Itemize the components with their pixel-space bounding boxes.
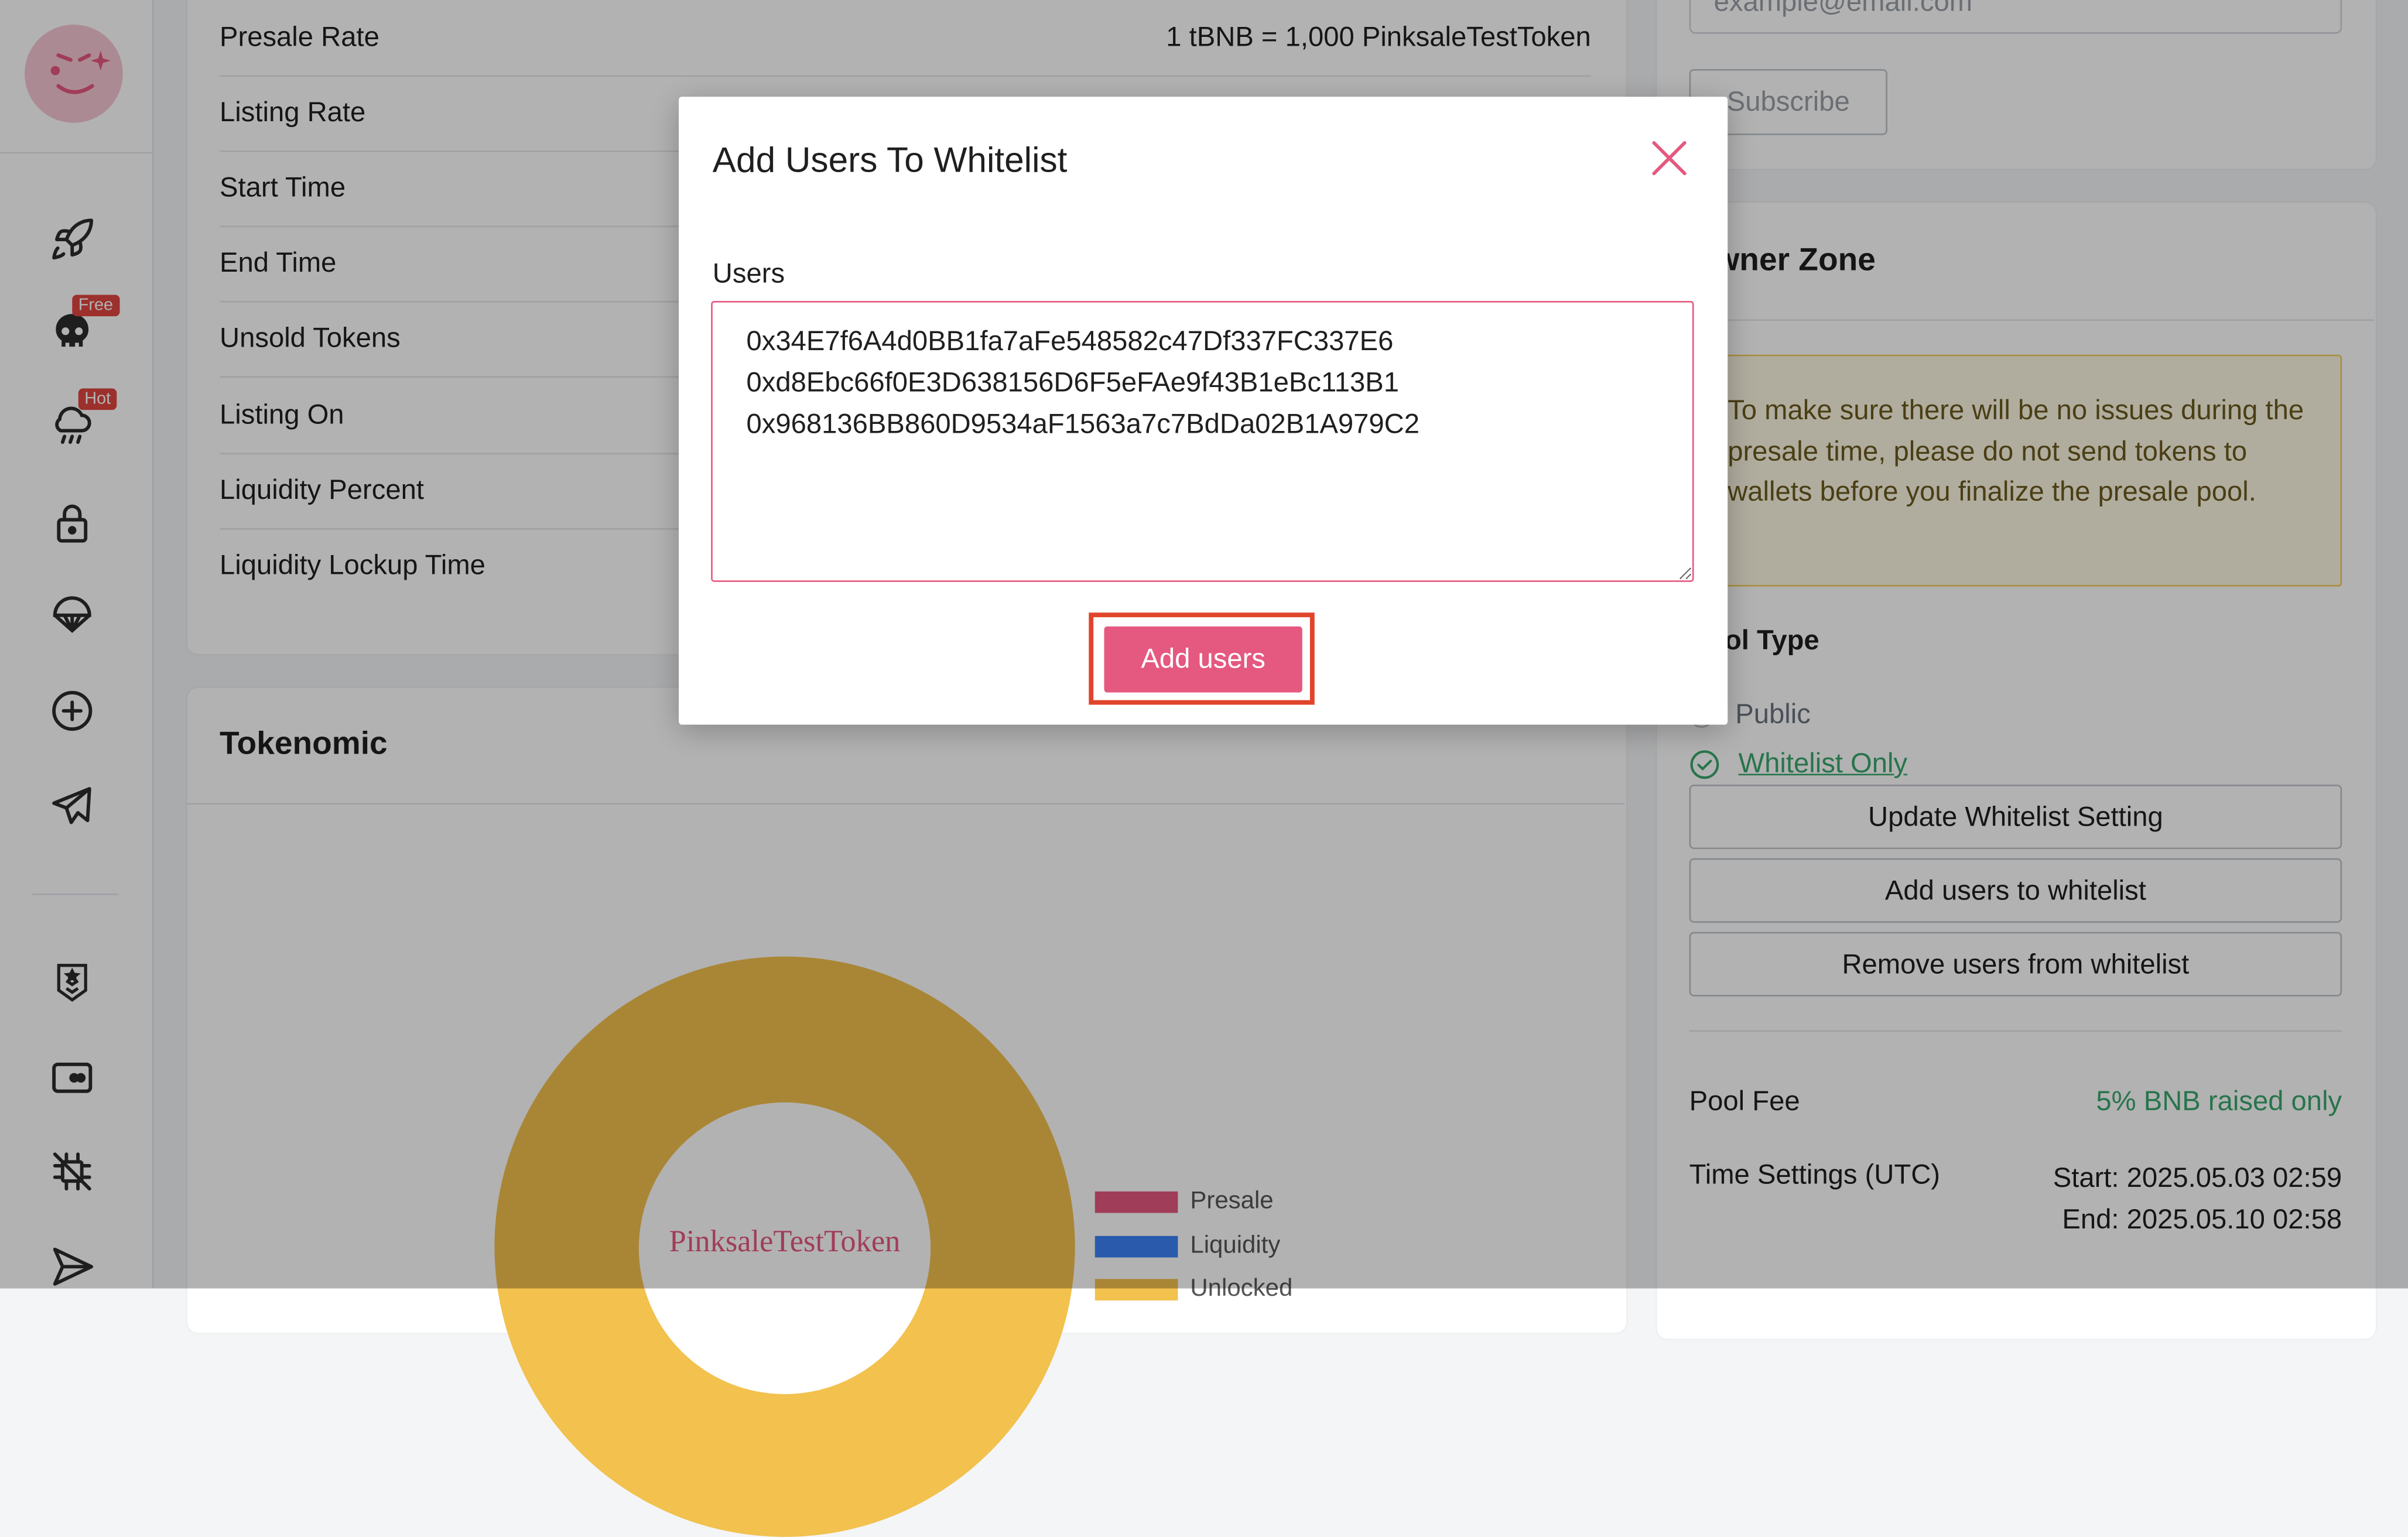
users-label: Users: [712, 258, 785, 289]
close-icon: [1652, 141, 1687, 176]
close-button[interactable]: [1651, 140, 1688, 177]
modal-title: Add Users To Whitelist: [712, 139, 1068, 180]
add-users-button[interactable]: Add users: [1104, 626, 1302, 693]
add-users-modal: Add Users To Whitelist Users Add users: [679, 97, 1728, 725]
users-textarea[interactable]: [711, 300, 1694, 582]
